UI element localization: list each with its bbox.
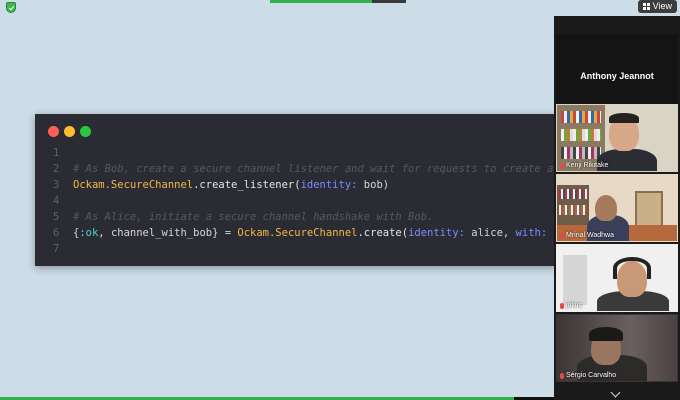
participant-name-tag: julius — [560, 302, 582, 309]
books — [559, 205, 587, 215]
code-token: Ockam.SecureChannel — [73, 179, 194, 191]
code-token: bob) — [357, 179, 390, 191]
participant-tile[interactable]: julius — [556, 244, 678, 312]
person-hair — [609, 113, 639, 123]
line-number: 2 — [53, 163, 60, 175]
muted-mic-icon — [560, 162, 564, 169]
code-token: # As Alice, initiate a secure channel ha… — [73, 211, 434, 223]
code-token: , channel_with_bob} = — [98, 227, 238, 239]
code-line: 2 # As Bob, create a secure channel liste… — [53, 161, 557, 177]
code-window: 1 2 # As Bob, create a secure channel list… — [35, 114, 557, 266]
window-controls — [48, 126, 91, 137]
code-token: identity: — [300, 179, 358, 191]
share-indicator-options[interactable] — [372, 0, 406, 3]
line-number: 7 — [53, 243, 60, 255]
books — [561, 129, 601, 141]
code-line: 4 — [53, 193, 557, 209]
close-dot-icon — [48, 126, 59, 137]
line-number: 5 — [53, 211, 60, 223]
grid-view-icon — [642, 3, 650, 10]
participant-name-tag: Mrinal Wadhwa — [560, 232, 614, 239]
participant-name-tag: Sérgio Carvalho — [560, 372, 616, 379]
books — [561, 147, 601, 159]
meeting-screen: View 1 2 # As Bob, create a secure channel… — [0, 0, 680, 400]
code-line: 1 — [53, 145, 557, 161]
active-speaker-name: Anthony Jeannot — [580, 71, 654, 81]
headphones-icon — [613, 257, 651, 279]
view-button-label: View — [652, 1, 672, 11]
participant-name: Kenji Rikitake — [566, 162, 609, 169]
muted-mic-icon — [560, 302, 564, 309]
participant-name: Mrinal Wadhwa — [566, 232, 614, 239]
door — [563, 255, 587, 305]
code-line: 3 Ockam.SecureChannel .create_listener(ide… — [53, 177, 557, 193]
screen-share-indicator[interactable] — [270, 0, 406, 3]
participant-name: Sérgio Carvalho — [566, 372, 617, 379]
code-line: 7 — [53, 241, 557, 257]
code-token: :ok — [79, 227, 99, 239]
code-token: alice, — [464, 227, 516, 239]
participant-tile[interactable]: Mrinal Wadhwa — [556, 174, 678, 242]
line-number: 1 — [53, 147, 60, 159]
view-button[interactable]: View — [637, 0, 677, 13]
code-token: .create_listener( — [193, 179, 301, 191]
person-hair — [589, 327, 623, 341]
line-number: 6 — [53, 227, 60, 239]
books — [561, 111, 601, 123]
security-shield-icon[interactable] — [6, 2, 16, 13]
code-line: 6{:ok, channel_with_bob} = Ockam.SecureC… — [53, 225, 557, 241]
wall-picture — [635, 191, 663, 227]
participant-tile[interactable]: Kenji Rikitake — [556, 104, 678, 172]
participant-tile[interactable]: Sérgio Carvalho — [556, 314, 678, 382]
participant-name-tag: Kenji Rikitake — [560, 162, 608, 169]
minimize-dot-icon — [64, 126, 75, 137]
code-token: Ockam.SecureChannel — [237, 227, 358, 239]
participants-panel: Anthony Jeannot Kenji Rikitake Mrinal Wa… — [554, 16, 680, 400]
code-token: with: — [515, 227, 548, 239]
code-line: 5 # As Alice, initiate a secure channel h… — [53, 209, 557, 225]
code-token: identity: — [408, 227, 465, 239]
person-head — [595, 195, 617, 221]
code-token: # As Bob, create a secure channel listen… — [73, 163, 557, 175]
code-block: 1 2 # As Bob, create a secure channel list… — [53, 145, 557, 257]
muted-mic-icon — [560, 232, 564, 239]
books — [559, 189, 587, 199]
participant-name: julius — [566, 302, 582, 309]
maximize-dot-icon — [80, 126, 91, 137]
muted-mic-icon — [560, 372, 564, 379]
line-number: 3 — [53, 179, 60, 191]
code-token: .create( — [357, 227, 409, 239]
line-number: 4 — [53, 195, 60, 207]
